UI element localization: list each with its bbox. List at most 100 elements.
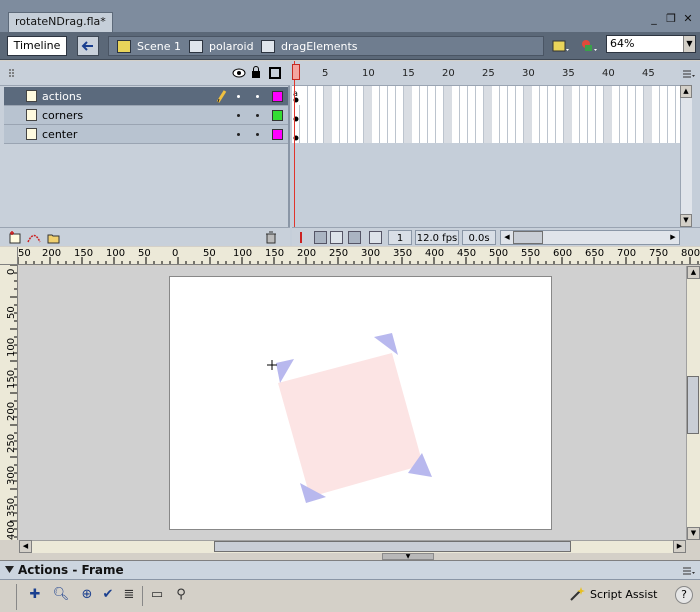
find-icon[interactable]: 🔍︎ — [52, 586, 70, 604]
ruler-label: 350 — [393, 248, 413, 259]
close-icon[interactable]: ✕ — [681, 12, 695, 26]
chevron-down-icon[interactable]: ▼ — [683, 36, 695, 52]
playhead-handle[interactable] — [292, 64, 300, 80]
visibility-dot[interactable] — [237, 133, 240, 136]
scroll-down-icon[interactable]: ▼ — [680, 214, 692, 227]
scroll-right-icon[interactable]: ▶ — [673, 540, 686, 553]
scroll-left-icon[interactable]: ◀ — [501, 231, 513, 244]
document-tab-bar: rotateNDrag.fla* _ ❐ ✕ — [0, 0, 700, 32]
scroll-up-icon[interactable]: ▲ — [680, 85, 692, 98]
center-frame-icon[interactable] — [295, 231, 307, 244]
frame-number: 5 — [322, 68, 329, 79]
code-hint-icon[interactable]: ▭ — [148, 586, 166, 604]
scroll-right-icon[interactable]: ▶ — [667, 231, 679, 244]
current-frame: 1 — [388, 230, 412, 245]
frame-ruler[interactable]: 1 5 10 15 20 25 30 35 40 45 — [292, 61, 695, 86]
debug-options-icon[interactable]: ⚲ — [172, 586, 190, 604]
scroll-up-icon[interactable]: ▲ — [687, 266, 700, 279]
insert-folder-icon[interactable] — [46, 231, 62, 244]
breadcrumb-dragelements[interactable]: dragElements — [261, 39, 358, 55]
target-path-icon[interactable]: ⊕ — [78, 586, 96, 604]
auto-format-icon[interactable]: ≣ — [120, 586, 138, 604]
ruler-label: 150 — [74, 248, 94, 259]
add-motion-guide-icon[interactable] — [26, 231, 42, 244]
modify-onion-markers-icon[interactable] — [369, 231, 382, 244]
visibility-dot[interactable] — [237, 95, 240, 98]
restore-icon[interactable]: ❐ — [664, 12, 678, 26]
frame-grid[interactable]: a — [292, 86, 680, 143]
timeline-h-scrollbar[interactable]: ◀ ▶ — [500, 230, 680, 245]
outline-color-swatch[interactable] — [272, 110, 283, 121]
frame-number: 45 — [642, 68, 655, 79]
actions-panel-header[interactable]: Actions - Frame — [0, 561, 700, 580]
back-button[interactable] — [77, 36, 99, 56]
lock-icon[interactable] — [251, 66, 261, 79]
lock-dot[interactable] — [256, 114, 259, 117]
timeline-toggle-button[interactable]: Timeline — [7, 36, 67, 56]
ruler-label: 0 — [172, 248, 179, 259]
playhead[interactable] — [292, 61, 300, 227]
ruler-label: 400 — [6, 520, 17, 540]
outline-color-swatch[interactable] — [272, 129, 283, 140]
grip-icon — [9, 69, 14, 77]
minimize-icon[interactable]: _ — [647, 12, 661, 26]
toolbar-divider — [142, 586, 143, 606]
ruler-label: 650 — [585, 248, 605, 259]
frame-rate[interactable]: 12.0 fps — [415, 230, 459, 245]
stage[interactable] — [169, 276, 552, 530]
help-icon[interactable]: ? — [675, 586, 693, 604]
vertical-ruler[interactable]: 0 50 100 150 200 250 300 350 400 — [0, 265, 18, 540]
ruler-corner — [0, 247, 18, 265]
frame-view-menu-icon[interactable] — [682, 69, 696, 79]
polaroid-body — [278, 353, 423, 497]
lock-dot[interactable] — [256, 95, 259, 98]
ruler-label: 600 — [553, 248, 573, 259]
outline-color-swatch[interactable] — [272, 91, 283, 102]
edit-multiple-frames-icon[interactable] — [348, 231, 361, 244]
frame-number: 30 — [522, 68, 535, 79]
check-syntax-icon[interactable]: ✔ — [99, 586, 117, 604]
scene-clapper-icon — [117, 40, 131, 53]
layer-footer — [0, 227, 290, 246]
layer-row-corners[interactable]: corners — [4, 106, 288, 125]
visibility-dot[interactable] — [237, 114, 240, 117]
workspace[interactable] — [19, 266, 686, 540]
onion-skin-outlines-icon[interactable] — [330, 231, 343, 244]
scroll-down-icon[interactable]: ▼ — [687, 527, 700, 540]
onion-skin-icon[interactable] — [314, 231, 327, 244]
ruler-label: 50 — [203, 248, 216, 259]
h-scroll-thumb[interactable] — [214, 541, 571, 552]
actions-toolbar: ✚ 🔍︎ ⊕ ✔ ≣ ▭ ⚲ Script Assist ? — [0, 580, 700, 612]
trash-icon[interactable] — [265, 231, 277, 244]
stage-artwork — [267, 333, 432, 503]
ruler-label: 200 — [297, 248, 317, 259]
scroll-left-icon[interactable]: ◀ — [19, 540, 32, 553]
breadcrumb-polaroid[interactable]: polaroid — [189, 39, 254, 55]
collapse-arrow-icon[interactable]: ▼ — [382, 553, 434, 560]
timeline-scrollbar[interactable]: ▲ ▼ — [680, 85, 692, 227]
panel-menu-icon[interactable] — [682, 566, 696, 576]
movieclip-symbol-icon — [261, 40, 275, 53]
ruler-label: 150 — [265, 248, 285, 259]
layer-row-actions[interactable]: actions — [4, 87, 288, 106]
v-scroll-thumb[interactable] — [687, 376, 699, 434]
panel-splitter[interactable] — [0, 553, 700, 561]
script-assist-button[interactable]: Script Assist — [568, 587, 658, 601]
frame-number: 10 — [362, 68, 375, 79]
add-statement-icon[interactable]: ✚ — [26, 586, 44, 604]
horizontal-ruler[interactable]: 50 200 150 100 50 0 50 100 150 200 250 3… — [18, 247, 700, 265]
document-tab[interactable]: rotateNDrag.fla* — [8, 12, 113, 32]
scroll-thumb[interactable] — [513, 231, 543, 244]
eye-icon[interactable] — [232, 68, 246, 78]
insert-layer-icon[interactable] — [8, 231, 22, 244]
ruler-label: 200 — [42, 248, 62, 259]
lock-dot[interactable] — [256, 133, 259, 136]
edit-symbols-button[interactable] — [550, 36, 572, 56]
layer-row-center[interactable]: center — [4, 125, 288, 144]
outline-icon[interactable] — [269, 67, 281, 79]
corner-handle-top-right — [374, 333, 398, 355]
ruler-label: 500 — [489, 248, 509, 259]
breadcrumb-scene[interactable]: Scene 1 — [117, 39, 181, 55]
edit-scene-button[interactable] — [578, 36, 600, 56]
frame-number: 40 — [602, 68, 615, 79]
